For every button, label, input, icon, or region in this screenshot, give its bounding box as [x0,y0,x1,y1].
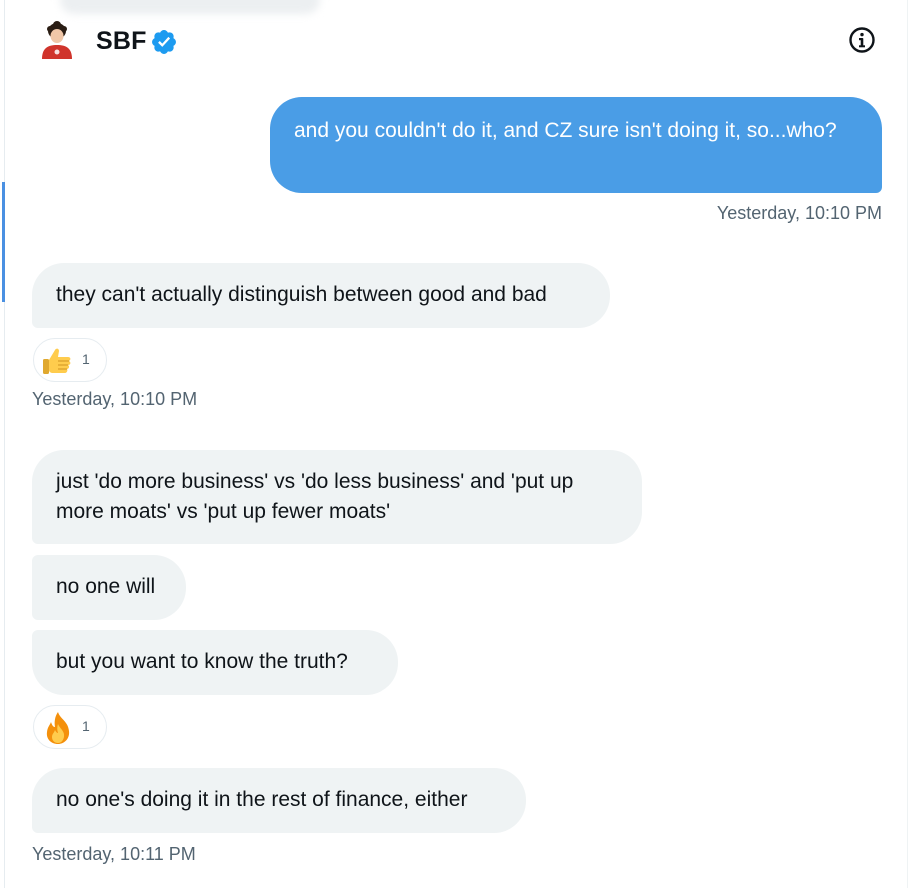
message-timestamp: Yesterday, 10:10 PM [32,389,198,409]
message-bubble-received[interactable]: but you want to know the truth? [32,630,398,695]
thumbs-up-icon [43,348,71,374]
info-icon [849,27,875,53]
dm-conversation-view: SBF and you couldn't do it, and CZ sure … [0,0,920,888]
conversation-header: SBF [0,0,920,84]
reaction-count: 1 [82,351,90,367]
message-bubble-received[interactable]: just 'do more business' vs 'do less busi… [32,450,642,544]
scroll-indicator[interactable] [2,182,5,302]
verified-badge-icon [150,28,178,56]
contact-name[interactable]: SBF [96,27,147,56]
reaction-badge[interactable]: 1 [33,705,107,749]
message-timestamp: Yesterday, 10:10 PM [716,203,882,223]
message-bubble-received[interactable]: no one will [32,555,186,620]
panel-right-border [907,0,908,888]
info-button[interactable] [848,26,876,54]
message-timestamp: Yesterday, 10:11 PM [32,844,196,864]
reaction-badge[interactable]: 1 [33,338,107,382]
panel-left-border [4,0,5,888]
avatar[interactable] [38,19,76,59]
fire-icon [46,712,70,744]
reaction-count: 1 [82,718,90,734]
message-bubble-sent[interactable]: and you couldn't do it, and CZ sure isn'… [270,97,882,193]
avatar-icon [42,21,72,59]
message-bubble-received[interactable]: they can't actually distinguish between … [32,263,610,328]
message-bubble-received[interactable]: no one's doing it in the rest of finance… [32,768,526,833]
